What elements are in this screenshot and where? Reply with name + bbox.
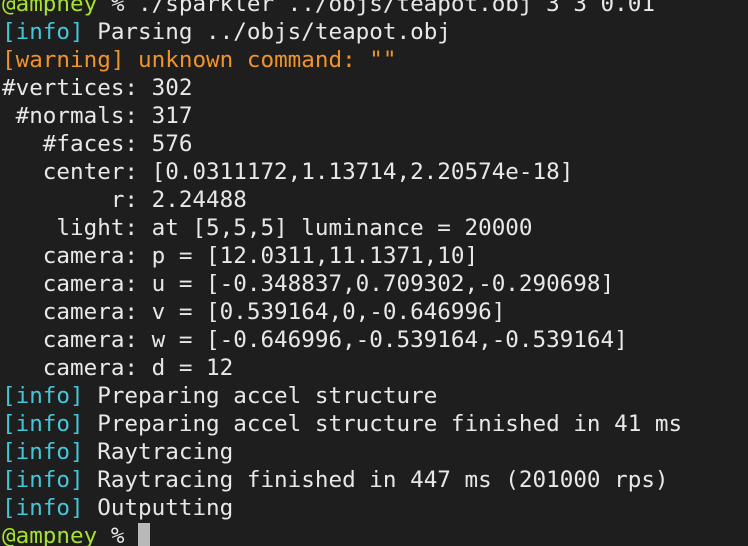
info-line: [info] Preparing accel structure finishe… <box>2 410 682 438</box>
info-tag: [info] <box>2 383 84 409</box>
stat-line: light: at [5,5,5] luminance = 20000 <box>2 215 533 241</box>
prompt-separator: % <box>97 0 139 17</box>
info-tag: [info] <box>2 495 84 521</box>
prompt-separator: % <box>97 523 139 546</box>
info-message: Parsing ../objs/teapot.obj <box>83 19 451 45</box>
stat-line: #vertices: 302 <box>2 75 193 101</box>
stat-line: camera: p = [12.0311,11.1371,10] <box>2 243 479 269</box>
text-cursor[interactable] <box>138 523 151 546</box>
prompt-host: @ampney <box>2 523 98 546</box>
stat-line: camera: w = [-0.646996,-0.539164,-0.5391… <box>2 327 628 353</box>
info-tag: [info] <box>2 411 84 437</box>
final-prompt-line[interactable]: @ampney % <box>2 522 682 546</box>
info-message: Outputting <box>83 495 234 521</box>
info-message: Preparing accel structure finished in 41… <box>83 411 683 437</box>
info-line: [info] Raytracing <box>2 438 682 466</box>
info-message: Raytracing finished in 447 ms (201000 rp… <box>83 467 669 493</box>
stat-line: #normals: 317 <box>2 103 193 129</box>
info-line: [info] Raytracing finished in 447 ms (20… <box>2 466 682 494</box>
info-line: [info] Preparing accel structure <box>2 382 682 410</box>
stat-line: #faces: 576 <box>2 131 193 157</box>
stat-line: r: 2.24488 <box>2 187 247 213</box>
info-message: Preparing accel structure <box>83 383 438 409</box>
prompt-line: @ampney % ./sparkler ../objs/teapot.obj … <box>2 0 682 18</box>
stat-line: camera: u = [-0.348837,0.709302,-0.29069… <box>2 271 615 297</box>
info-tag: [info] <box>2 439 84 465</box>
info-line: [info] Parsing ../objs/teapot.obj <box>2 18 682 46</box>
command-text: ./sparkler ../objs/teapot.obj 3 3 0.01 <box>138 0 655 17</box>
info-message: Raytracing <box>83 439 234 465</box>
warning-tag: [warning] <box>2 47 125 73</box>
info-tag: [info] <box>2 467 84 493</box>
prompt-host: @ampney <box>2 0 98 17</box>
warning-message: unknown command: "" <box>124 47 397 73</box>
stat-line: center: [0.0311172,1.13714,2.20574e-18] <box>2 159 574 185</box>
stat-line: camera: v = [0.539164,0,-0.646996] <box>2 299 506 325</box>
warning-line: [warning] unknown command: "" <box>2 46 682 74</box>
info-tag: [info] <box>2 19 84 45</box>
info-line: [info] Outputting <box>2 494 682 522</box>
terminal-window[interactable]: @ampney % ./sparkler ../objs/teapot.obj … <box>0 0 748 546</box>
stat-line: camera: d = 12 <box>2 355 234 381</box>
terminal-output: @ampney % ./sparkler ../objs/teapot.obj … <box>2 0 682 546</box>
